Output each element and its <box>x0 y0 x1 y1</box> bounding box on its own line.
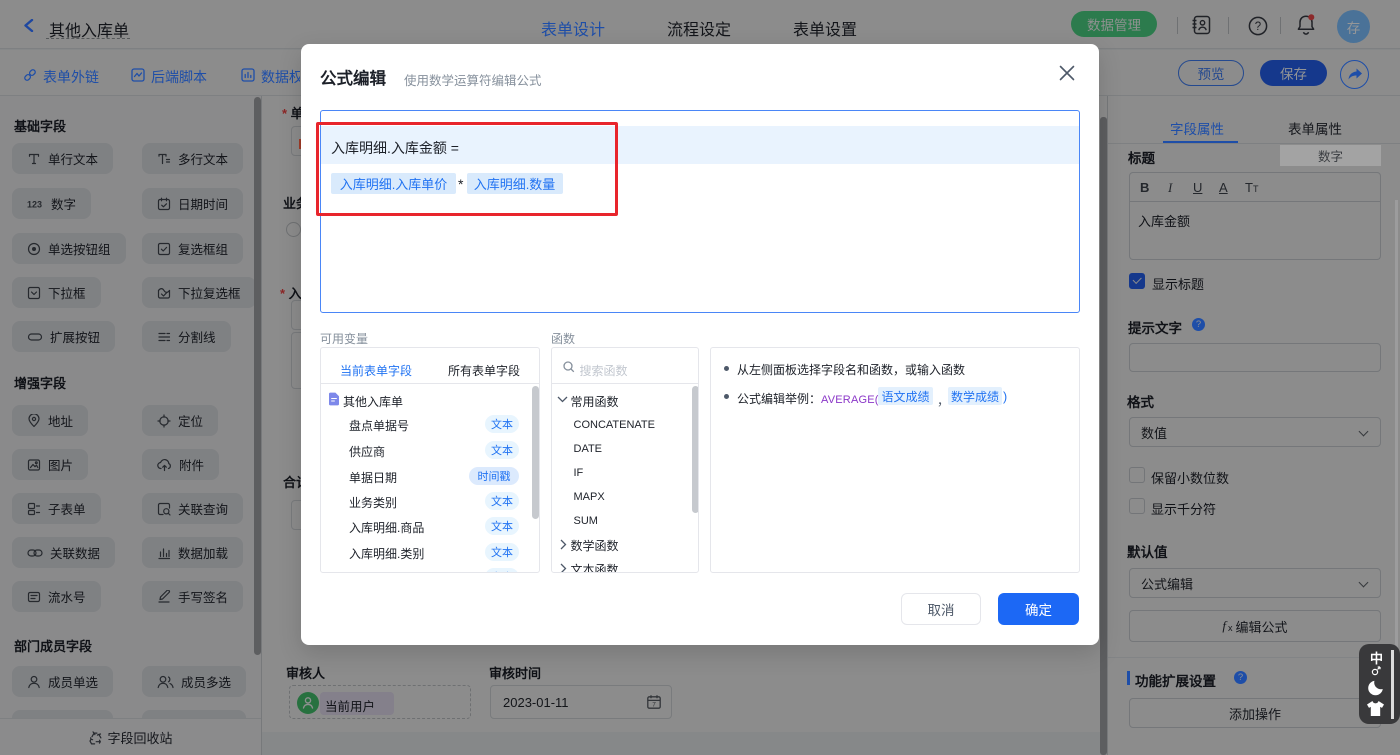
svg-text:?: ? <box>1255 21 1261 33</box>
svg-text:123: 123 <box>27 199 42 209</box>
svg-text:7: 7 <box>652 702 656 709</box>
